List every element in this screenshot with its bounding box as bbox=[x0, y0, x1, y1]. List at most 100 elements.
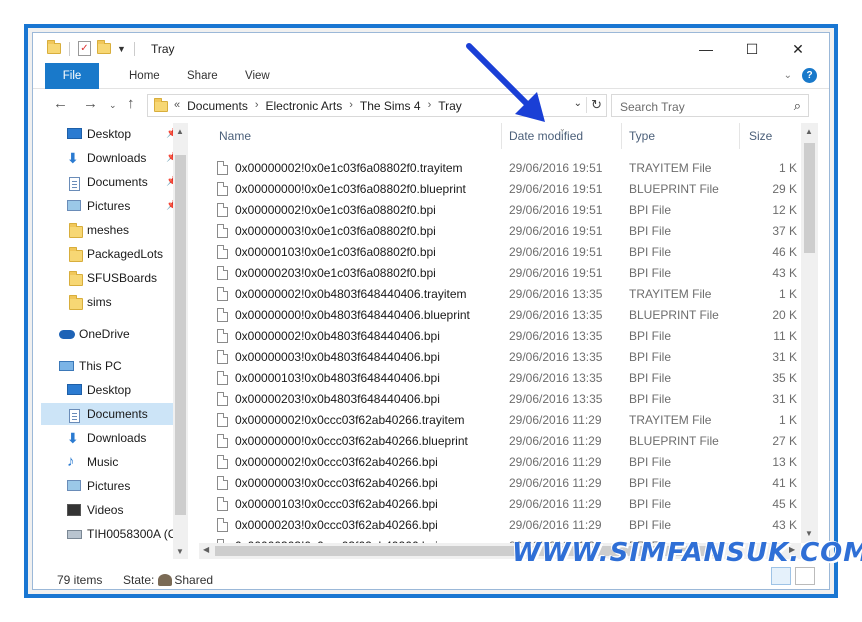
tab-file[interactable]: File bbox=[45, 63, 99, 89]
details-view-button[interactable] bbox=[771, 567, 791, 585]
file-size: 43 K bbox=[772, 266, 797, 280]
tab-view[interactable]: View bbox=[231, 63, 284, 89]
nav-item-label: This PC bbox=[79, 359, 122, 373]
breadcrumb-electronic-arts[interactable]: Electronic Arts bbox=[266, 99, 343, 113]
tab-share[interactable]: Share bbox=[173, 63, 232, 89]
table-row[interactable]: 0x00000003!0x0e1c03f6a08802f0.bpi 29/06/2… bbox=[199, 221, 799, 242]
breadcrumb-separator-icon[interactable]: › bbox=[255, 99, 259, 113]
table-row[interactable]: 0x00000003!0x0b4803f648440406.bpi 29/06/2… bbox=[199, 347, 799, 368]
breadcrumb-separator-icon[interactable]: › bbox=[349, 99, 353, 113]
folder-icon[interactable] bbox=[47, 40, 61, 54]
nav-item-label: Downloads bbox=[87, 151, 147, 165]
scroll-down-icon[interactable]: ▼ bbox=[176, 547, 184, 556]
scroll-up-icon[interactable]: ▲ bbox=[176, 127, 184, 136]
up-arrow-icon[interactable]: ↑ bbox=[127, 95, 135, 112]
nav-pc-documents[interactable]: Documents bbox=[41, 403, 173, 425]
help-icon[interactable]: ? bbox=[802, 68, 817, 83]
file-size: 13 K bbox=[772, 455, 797, 469]
back-arrow-icon[interactable]: ← bbox=[53, 95, 68, 112]
onedrive-icon bbox=[59, 330, 75, 339]
column-type[interactable]: Type bbox=[629, 129, 655, 143]
scroll-up-icon[interactable]: ▲ bbox=[805, 127, 813, 136]
address-dropdown-chevron-icon[interactable]: ⌄ bbox=[574, 98, 582, 109]
scroll-left-icon[interactable]: ◀ bbox=[203, 545, 209, 554]
nav-quick-sfusboards[interactable]: SFUSBoards bbox=[33, 267, 173, 289]
search-input[interactable]: Search Tray ⌕ bbox=[611, 94, 809, 117]
breadcrumb-tray[interactable]: Tray bbox=[438, 99, 462, 113]
shared-users-icon bbox=[158, 574, 173, 586]
column-divider[interactable] bbox=[621, 123, 622, 149]
vertical-scrollbar-thumb[interactable] bbox=[804, 143, 815, 253]
nav-pc-pictures[interactable]: Pictures bbox=[33, 475, 173, 497]
properties-icon[interactable]: ✓ bbox=[78, 41, 91, 56]
nav-scrollbar-thumb[interactable] bbox=[175, 155, 186, 515]
table-row[interactable]: 0x00000002!0x0b4803f648440406.bpi 29/06/2… bbox=[199, 326, 799, 347]
file-date-modified: 29/06/2016 13:35 bbox=[509, 371, 603, 385]
breadcrumb-overflow[interactable]: « bbox=[174, 99, 180, 113]
table-row[interactable]: 0x00000103!0x0ccc03f62ab40266.bpi 29/06/2… bbox=[199, 494, 799, 515]
table-row[interactable]: 0x00000000!0x0ccc03f62ab40266.blueprint 2… bbox=[199, 431, 799, 452]
table-row[interactable]: 0x00000203!0x0ccc03f62ab40266.bpi 29/06/2… bbox=[199, 515, 799, 536]
nav-quick-packagedlots[interactable]: PackagedLots bbox=[33, 243, 173, 265]
breadcrumb-the-sims-4[interactable]: The Sims 4 bbox=[360, 99, 421, 113]
nav-scrollbar[interactable]: ▲ ▼ bbox=[173, 123, 188, 559]
file-name: 0x00000002!0x0e1c03f6a08802f0.bpi bbox=[235, 203, 436, 217]
customize-toolbar-chevron-icon[interactable]: ▼ bbox=[117, 44, 126, 54]
nav-quick-downloads[interactable]: ⬇ Downloads 📌 bbox=[33, 147, 178, 169]
file-icon bbox=[217, 245, 228, 259]
file-type: BLUEPRINT File bbox=[629, 308, 719, 322]
table-row[interactable]: 0x00000002!0x0ccc03f62ab40266.bpi 29/06/2… bbox=[199, 452, 799, 473]
maximize-button[interactable]: ☐ bbox=[729, 37, 775, 61]
table-row[interactable]: 0x00000103!0x0e1c03f6a08802f0.bpi 29/06/2… bbox=[199, 242, 799, 263]
table-row[interactable]: 0x00000002!0x0b4803f648440406.trayitem 29… bbox=[199, 284, 799, 305]
breadcrumb-documents[interactable]: Documents bbox=[187, 99, 248, 113]
nav-quick-documents[interactable]: Documents 📌 bbox=[33, 171, 178, 193]
column-name[interactable]: Name bbox=[219, 129, 251, 143]
file-type: BPI File bbox=[629, 245, 672, 259]
file-list-vertical-scrollbar[interactable]: ▲ ▼ bbox=[801, 123, 818, 543]
column-divider[interactable] bbox=[739, 123, 740, 149]
forward-arrow-icon[interactable]: → bbox=[83, 95, 98, 112]
table-row[interactable]: 0x00000203!0x0e1c03f6a08802f0.bpi 29/06/2… bbox=[199, 263, 799, 284]
nav-pc-downloads[interactable]: ⬇ Downloads bbox=[33, 427, 173, 449]
table-row[interactable]: 0x00000002!0x0e1c03f6a08802f0.bpi 29/06/2… bbox=[199, 200, 799, 221]
table-row[interactable]: 0x00000003!0x0ccc03f62ab40266.bpi 29/06/2… bbox=[199, 473, 799, 494]
recent-locations-chevron-icon[interactable]: ⌄ bbox=[109, 100, 117, 111]
nav-pc-drive-c[interactable]: TIH0058300A (C: bbox=[33, 523, 180, 545]
new-folder-icon[interactable] bbox=[97, 40, 111, 54]
view-toggle bbox=[771, 567, 815, 585]
nav-pc-desktop[interactable]: Desktop bbox=[33, 379, 173, 401]
close-button[interactable]: ✕ bbox=[775, 37, 821, 61]
refresh-icon[interactable]: ↻ bbox=[586, 97, 602, 113]
minimize-button[interactable]: — bbox=[683, 37, 729, 61]
search-icon[interactable]: ⌕ bbox=[794, 98, 801, 114]
nav-pc-music[interactable]: ♪ Music bbox=[33, 451, 173, 473]
nav-item-label: Documents bbox=[87, 407, 148, 421]
column-size[interactable]: Size bbox=[749, 129, 772, 143]
nav-item-label: Downloads bbox=[87, 431, 147, 445]
nav-quick-pictures[interactable]: Pictures 📌 bbox=[33, 195, 178, 217]
table-row[interactable]: 0x00000103!0x0b4803f648440406.bpi 29/06/2… bbox=[199, 368, 799, 389]
file-name: 0x00000002!0x0b4803f648440406.bpi bbox=[235, 329, 440, 343]
folder-icon bbox=[154, 98, 168, 112]
expand-ribbon-chevron-icon[interactable]: ⌄ bbox=[784, 70, 792, 81]
table-row[interactable]: 0x00000203!0x0b4803f648440406.bpi 29/06/2… bbox=[199, 389, 799, 410]
scroll-down-icon[interactable]: ▼ bbox=[805, 529, 813, 538]
table-row[interactable]: 0x00000002!0x0ccc03f62ab40266.trayitem 29… bbox=[199, 410, 799, 431]
nav-quick-meshes[interactable]: meshes bbox=[33, 219, 173, 241]
nav-onedrive[interactable]: OneDrive bbox=[33, 323, 173, 345]
nav-this-pc[interactable]: This PC bbox=[33, 355, 173, 377]
large-icons-view-button[interactable] bbox=[795, 567, 815, 585]
tab-home[interactable]: Home bbox=[115, 63, 174, 89]
breadcrumb-separator-icon[interactable]: › bbox=[428, 99, 432, 113]
table-row[interactable]: 0x00000002!0x0e1c03f6a08802f0.trayitem 29… bbox=[199, 158, 799, 179]
window-title: Tray bbox=[151, 42, 175, 56]
nav-quick-sims[interactable]: sims bbox=[33, 291, 173, 313]
table-row[interactable]: 0x00000000!0x0e1c03f6a08802f0.blueprint 2… bbox=[199, 179, 799, 200]
table-row[interactable]: 0x00000000!0x0b4803f648440406.blueprint 2… bbox=[199, 305, 799, 326]
file-size: 31 K bbox=[772, 392, 797, 406]
file-date-modified: 29/06/2016 11:29 bbox=[509, 476, 602, 490]
nav-pc-videos[interactable]: Videos bbox=[33, 499, 173, 521]
file-size: 11 K bbox=[773, 329, 797, 343]
nav-quick-desktop[interactable]: Desktop 📌 bbox=[33, 123, 178, 145]
